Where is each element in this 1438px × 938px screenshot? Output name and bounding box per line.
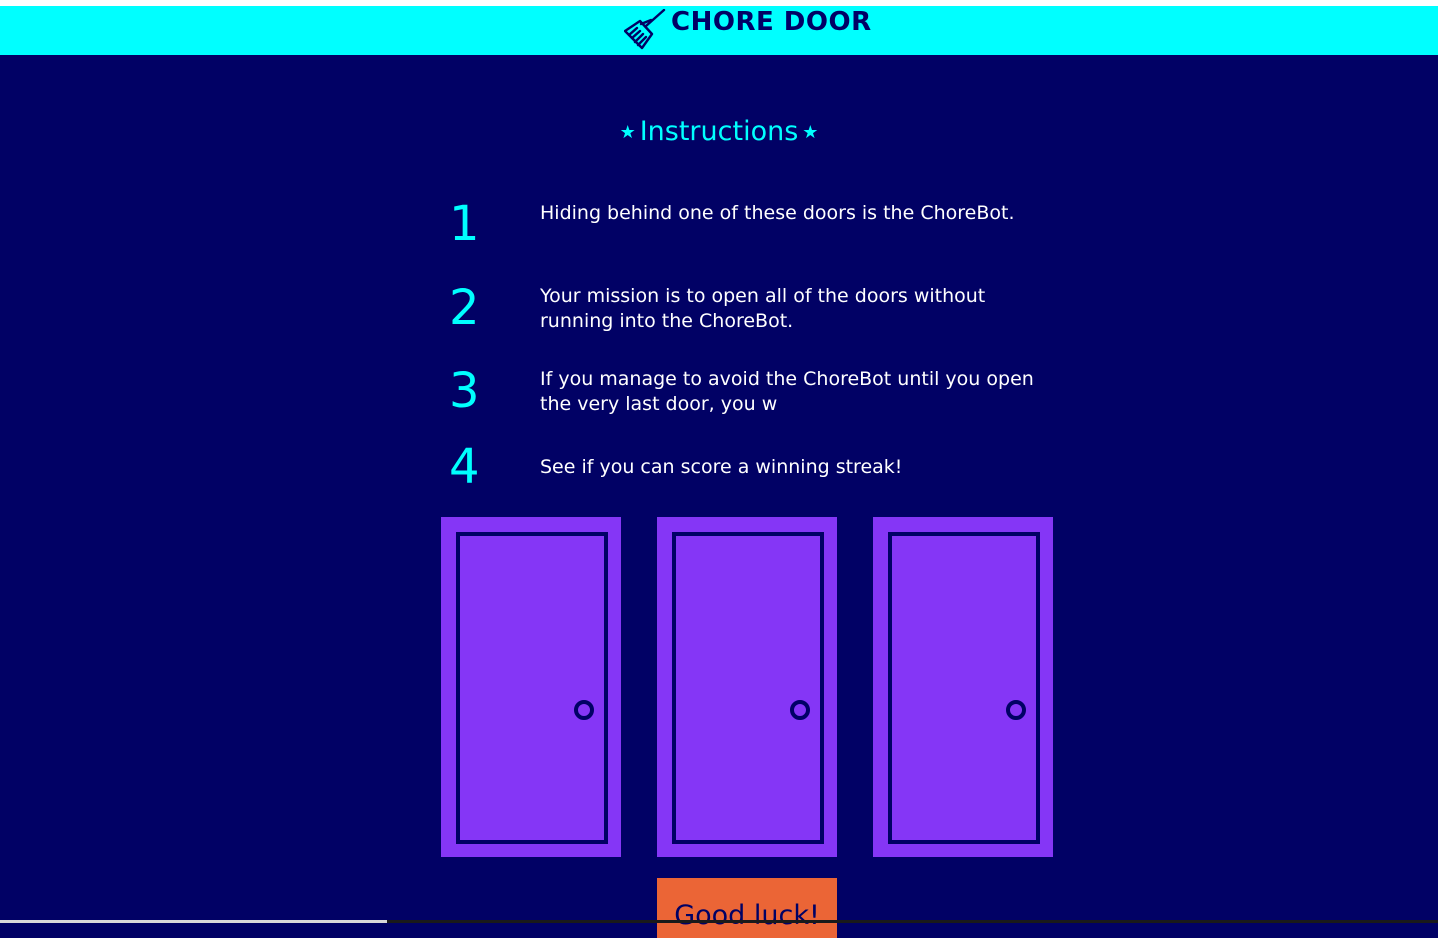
start-button[interactable]: Good luck!: [657, 878, 837, 938]
app-title: CHORE DOOR: [671, 7, 872, 37]
instructions-title: Instructions: [639, 116, 799, 147]
star-icon: ★: [802, 122, 819, 143]
broom-icon: [624, 9, 666, 50]
door-knob: [790, 700, 810, 720]
step-number: 2: [449, 280, 480, 336]
step-text: If you manage to avoid the ChoreBot unti…: [540, 368, 1034, 415]
step-number: 4: [449, 439, 480, 495]
step-text: Hiding behind one of these doors is the …: [540, 202, 1015, 224]
door-knob: [574, 700, 594, 720]
instructions-heading: ★ Instructions ★: [0, 116, 1438, 147]
star-icon: ★: [619, 122, 636, 143]
closed-door-icon: [888, 532, 1040, 844]
step-text: See if you can score a winning streak!: [540, 456, 903, 478]
closed-door-icon: [456, 532, 608, 844]
door-2[interactable]: [657, 517, 837, 857]
door-knob: [1006, 700, 1026, 720]
closed-door-icon: [672, 532, 824, 844]
step-number: 1: [449, 196, 480, 252]
header-bar: CHORE DOOR: [0, 6, 1438, 55]
door-3[interactable]: [873, 517, 1053, 857]
step-number: 3: [449, 363, 480, 419]
step-text: Your mission is to open all of the doors…: [540, 285, 986, 332]
door-1[interactable]: [441, 517, 621, 857]
